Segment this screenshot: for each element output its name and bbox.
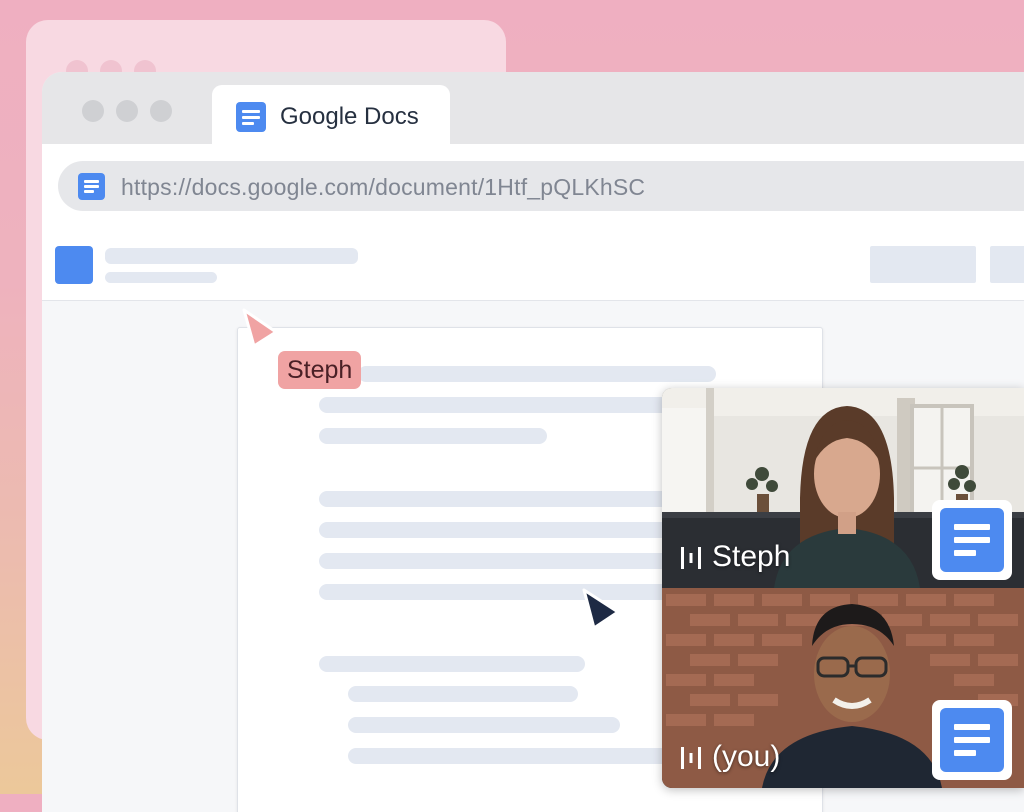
participant-name: (you)	[712, 740, 781, 773]
toolbar-button-placeholder[interactable]	[870, 246, 976, 283]
tab-bar: Google Docs	[42, 72, 1024, 144]
video-tile-steph[interactable]: Steph	[662, 388, 1024, 588]
google-docs-icon	[236, 102, 266, 132]
google-docs-share-badge[interactable]	[932, 700, 1012, 780]
collaborator-cursor-icon	[242, 308, 278, 348]
text-line	[319, 428, 547, 444]
participant-label: Steph	[680, 540, 790, 574]
google-docs-icon	[940, 508, 1004, 572]
audio-level-icon	[681, 547, 701, 570]
url-text: https://docs.google.com/document/1Htf_pQ…	[121, 174, 646, 200]
doc-title-placeholder	[105, 248, 358, 264]
google-docs-icon	[940, 708, 1004, 772]
docs-logo	[55, 246, 93, 284]
text-line	[358, 366, 716, 382]
close-window-dot[interactable]	[82, 100, 104, 122]
text-line	[348, 717, 620, 733]
participant-name: Steph	[712, 540, 791, 573]
participant-label: (you)	[680, 740, 780, 774]
address-bar[interactable]: https://docs.google.com/document/1Htf_pQ…	[58, 161, 1024, 211]
maximize-window-dot[interactable]	[150, 100, 172, 122]
audio-level-icon	[681, 747, 701, 770]
navigation-bar: https://docs.google.com/document/1Htf_pQ…	[42, 144, 1024, 230]
own-cursor-icon	[582, 588, 620, 630]
docs-toolbar	[42, 229, 1024, 301]
video-tile-you[interactable]: (you)	[662, 588, 1024, 788]
tab-google-docs[interactable]: Google Docs	[212, 85, 450, 144]
toolbar-button-placeholder[interactable]	[990, 246, 1024, 283]
text-line	[319, 656, 585, 672]
collaborator-name-tag: Steph	[278, 351, 362, 389]
tab-title: Google Docs	[280, 103, 419, 130]
minimize-window-dot[interactable]	[116, 100, 138, 122]
doc-menu-placeholder	[105, 272, 217, 283]
google-docs-share-badge[interactable]	[932, 500, 1012, 580]
video-call-panel: Steph (you)	[662, 388, 1024, 788]
google-docs-icon	[78, 173, 105, 200]
text-line	[348, 686, 578, 702]
